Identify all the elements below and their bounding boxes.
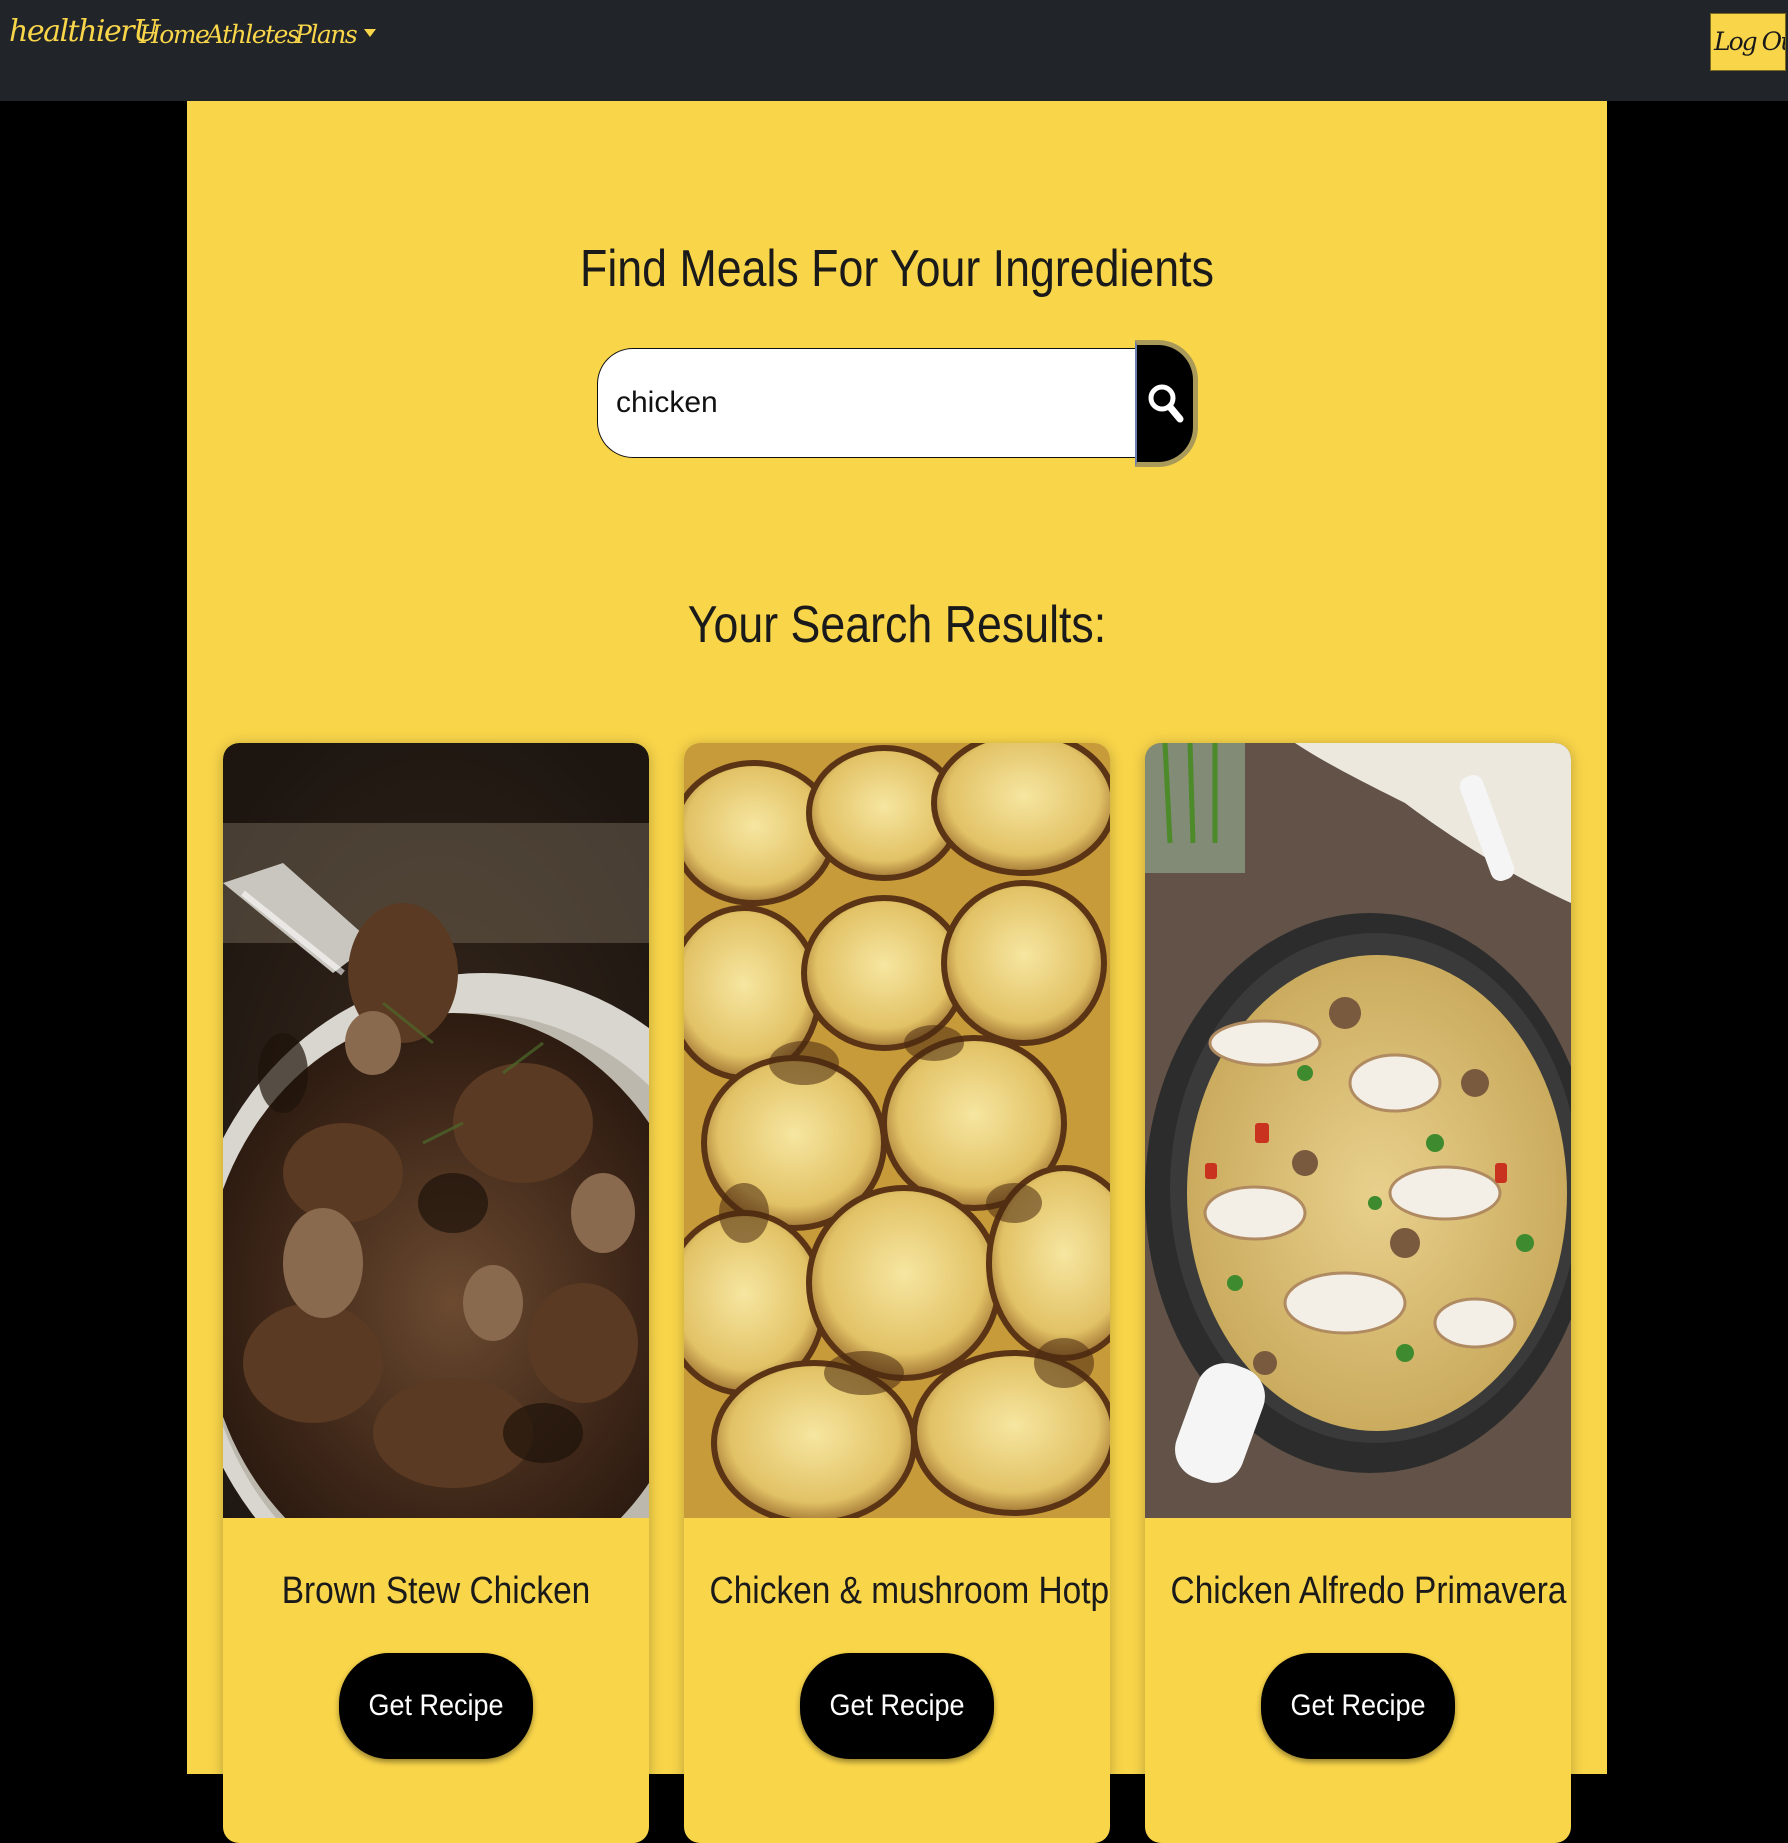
results-heading: Your Search Results: — [687, 596, 1107, 654]
search-input[interactable] — [597, 348, 1157, 458]
recipe-card: Chicken & mushroom Hotpot Get Recipe — [684, 743, 1110, 1843]
main-panel: Find Meals For Your Ingredients Your Sea… — [187, 101, 1607, 1843]
recipe-title: Chicken Alfredo Primavera — [1170, 1570, 1567, 1612]
recipe-title: Chicken & mushroom Hotpot — [709, 1570, 1110, 1612]
caret-down-icon — [364, 29, 377, 37]
nav-link-home[interactable]: Home — [139, 20, 210, 49]
page-title: Find Meals For Your Ingredients — [580, 240, 1214, 298]
get-recipe-button[interactable]: Get Recipe — [339, 1653, 533, 1759]
navbar: healthierU Home Athletes Plans Log Out — [0, 0, 1788, 101]
recipe-title: Brown Stew Chicken — [281, 1570, 591, 1612]
get-recipe-label: Get Recipe — [1290, 1689, 1426, 1722]
recipe-image — [684, 743, 1110, 1518]
logout-button[interactable]: Log Out — [1710, 13, 1786, 71]
search-bar — [597, 340, 1207, 468]
get-recipe-label: Get Recipe — [368, 1689, 504, 1722]
recipe-card: Brown Stew Chicken Get Recipe — [223, 743, 649, 1843]
search-button[interactable] — [1135, 340, 1198, 467]
recipe-image — [223, 743, 649, 1518]
nav-link-plans-label: Plans — [295, 20, 358, 49]
nav-link-athletes[interactable]: Athletes — [206, 20, 300, 49]
get-recipe-label: Get Recipe — [829, 1689, 965, 1722]
get-recipe-button[interactable]: Get Recipe — [1261, 1653, 1455, 1759]
search-icon — [1148, 384, 1184, 423]
brand-logo[interactable]: healthierU — [9, 14, 158, 49]
recipe-card: Chicken Alfredo Primavera Get Recipe — [1145, 743, 1571, 1843]
nav-dropdown-plans[interactable]: Plans — [295, 20, 377, 49]
recipe-image — [1145, 743, 1571, 1518]
get-recipe-button[interactable]: Get Recipe — [800, 1653, 994, 1759]
